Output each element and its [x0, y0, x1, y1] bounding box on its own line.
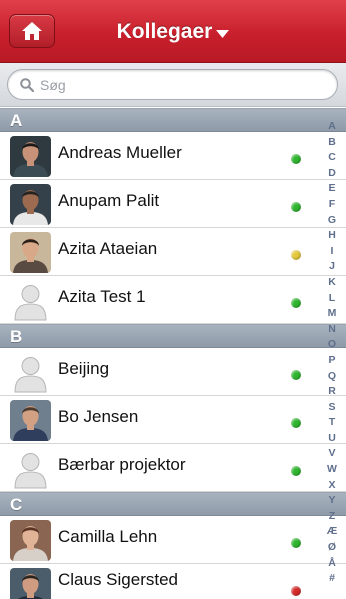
presence-status-icon [291, 538, 301, 548]
index-letter[interactable]: V [328, 446, 335, 462]
page-title: Kollegaer [116, 19, 213, 43]
title-dropdown[interactable]: Kollegaer [0, 0, 346, 63]
index-letter[interactable]: E [328, 181, 335, 197]
presence-status-icon [291, 466, 301, 476]
index-letter[interactable]: Z [329, 509, 335, 525]
contact-row[interactable]: Bærbar projektor [0, 444, 346, 492]
contact-name: Bo Jensen [58, 407, 139, 426]
index-letter[interactable]: # [329, 571, 335, 587]
index-letter[interactable]: Q [328, 369, 336, 385]
navigation-bar: Kollegaer [0, 0, 346, 63]
index-letter[interactable]: O [328, 337, 336, 353]
contact-row[interactable]: Camilla Lehn [0, 516, 346, 564]
section-header: C [0, 492, 346, 516]
contact-row[interactable]: Claus SigerstedSyg [0, 564, 346, 599]
contact-name: Azita Test 1 [58, 287, 146, 306]
chevron-down-icon [216, 29, 230, 38]
contact-row[interactable]: Anupam Palit [0, 180, 346, 228]
index-letter[interactable]: D [328, 166, 336, 182]
index-letter[interactable]: Æ [327, 524, 338, 540]
presence-status-icon [291, 202, 301, 212]
contact-row[interactable]: Azita Ataeian [0, 228, 346, 276]
contact-list: A Andreas Mueller Anupam Palit Azita Ata… [0, 108, 346, 599]
contact-name: Bærbar projektor [58, 455, 186, 474]
avatar [10, 232, 51, 273]
search-icon [20, 77, 34, 92]
placeholder-avatar-icon [10, 352, 51, 393]
placeholder-avatar-icon [10, 448, 51, 489]
section-header: B [0, 324, 346, 348]
index-letter[interactable]: W [327, 462, 337, 478]
alphabet-index[interactable]: A B C D E F G H I J K L M N O P Q R S T U V W X Y Z Æ Ø Å # [321, 119, 343, 595]
contact-name: Anupam Palit [58, 191, 160, 210]
contact-name: Beijing [58, 359, 110, 378]
presence-status-icon [291, 586, 301, 596]
presence-status-icon [291, 250, 301, 260]
contact-row[interactable]: Bo Jensen [0, 396, 346, 444]
placeholder-avatar-icon [10, 280, 51, 321]
index-letter[interactable]: H [328, 228, 336, 244]
index-letter[interactable]: T [329, 415, 335, 431]
search-field[interactable] [7, 69, 338, 100]
index-letter[interactable]: I [331, 244, 334, 260]
index-letter[interactable]: M [328, 306, 337, 322]
index-letter[interactable]: N [328, 322, 336, 338]
avatar [10, 520, 51, 561]
avatar [10, 400, 51, 441]
index-letter[interactable]: K [328, 275, 336, 291]
contact-row[interactable]: Azita Test 1 [0, 276, 346, 324]
contact-name: Azita Ataeian [58, 239, 158, 258]
index-letter[interactable]: R [328, 384, 336, 400]
index-letter[interactable]: G [328, 213, 336, 229]
section-header: A [0, 108, 346, 132]
contact-row[interactable]: Andreas Mueller [0, 132, 346, 180]
search-bar [0, 63, 346, 107]
contact-name: Camilla Lehn [58, 527, 158, 546]
contact-name: Andreas Mueller [58, 143, 182, 162]
index-letter[interactable]: S [328, 400, 335, 416]
index-letter[interactable]: C [328, 150, 336, 166]
presence-status-icon [291, 298, 301, 308]
index-letter[interactable]: X [328, 478, 335, 494]
presence-status-icon [291, 154, 301, 164]
index-letter[interactable]: U [328, 431, 336, 447]
avatar [10, 136, 51, 177]
contact-name: Claus Sigersted [58, 570, 179, 589]
index-letter[interactable]: F [329, 197, 335, 213]
index-letter[interactable]: P [328, 353, 335, 369]
avatar [10, 568, 51, 599]
index-letter[interactable]: Y [328, 493, 335, 509]
presence-status-icon [291, 418, 301, 428]
index-letter[interactable]: A [328, 119, 336, 135]
index-letter[interactable]: L [329, 291, 335, 307]
index-letter[interactable]: J [329, 259, 335, 275]
search-input[interactable] [40, 76, 320, 93]
index-letter[interactable]: Ø [328, 540, 336, 556]
index-letter[interactable]: B [328, 135, 336, 151]
avatar [10, 184, 51, 225]
contact-row[interactable]: Beijing [0, 348, 346, 396]
index-letter[interactable]: Å [328, 556, 336, 572]
presence-status-icon [291, 370, 301, 380]
